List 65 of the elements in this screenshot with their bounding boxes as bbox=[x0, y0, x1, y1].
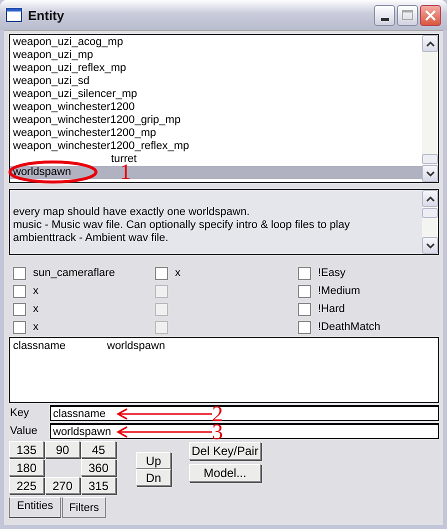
checkbox[interactable] bbox=[13, 302, 26, 316]
value-label: Value bbox=[9, 425, 38, 437]
checkbox-label: x bbox=[175, 267, 180, 279]
entity-list-item[interactable]: weapon_winchester1200_mp bbox=[10, 127, 422, 140]
checkbox-label: !Hard bbox=[318, 303, 345, 315]
key-label: Key bbox=[9, 407, 30, 419]
window-icon bbox=[6, 8, 22, 22]
checkbox-label: !Easy bbox=[318, 267, 346, 279]
chevron-up-icon bbox=[426, 196, 434, 202]
checkbox-label: x bbox=[33, 303, 38, 315]
checkbox[interactable] bbox=[13, 320, 26, 334]
entity-list-item[interactable]: weapon_uzi_silencer_mp bbox=[10, 88, 422, 101]
entity-list-item[interactable]: weapon_uzi_acog_mp bbox=[10, 36, 422, 49]
property-key: classname bbox=[13, 340, 107, 352]
minimize-icon bbox=[380, 18, 388, 20]
window-title: Entity bbox=[28, 8, 64, 22]
angle-button[interactable]: 270 bbox=[45, 477, 80, 494]
annotation-number: 3 bbox=[212, 422, 223, 442]
scrollbar-thumb[interactable] bbox=[422, 208, 438, 218]
action-button[interactable]: Model... bbox=[189, 464, 261, 482]
scrollbar[interactable] bbox=[422, 35, 438, 182]
angle-button[interactable]: 135 bbox=[9, 441, 44, 458]
entity-list-item[interactable]: weapon_winchester1200 bbox=[10, 101, 422, 114]
scrollbar-thumb[interactable] bbox=[422, 154, 438, 164]
checkbox[interactable] bbox=[298, 284, 311, 298]
close-button[interactable] bbox=[420, 4, 441, 26]
property-value: worldspawn bbox=[107, 340, 166, 352]
checkbox[interactable] bbox=[13, 284, 26, 298]
entity-list-item[interactable]: weapon_uzi_sd bbox=[10, 75, 422, 88]
action-button[interactable]: Del Key/Pair bbox=[189, 442, 261, 460]
checkbox-label: x bbox=[33, 285, 38, 297]
entity-list-item[interactable]: weapon_uzi_reflex_mp bbox=[10, 62, 422, 75]
maximize-icon bbox=[402, 10, 413, 20]
order-button[interactable]: Dn bbox=[136, 469, 171, 486]
description-text: ambienttrack - Ambient wav file. bbox=[13, 232, 170, 245]
angle-button[interactable]: 180 bbox=[9, 459, 44, 476]
checkbox-label: x bbox=[33, 321, 38, 333]
close-icon bbox=[425, 10, 436, 20]
checkbox[interactable] bbox=[298, 266, 311, 280]
angle-button[interactable]: 315 bbox=[81, 477, 116, 494]
description-text: music - Music wav file. Can optionally specify intro & loop files to play bbox=[13, 219, 351, 232]
tab[interactable]: Entities bbox=[9, 497, 62, 518]
chevron-up-icon bbox=[426, 40, 434, 46]
tab[interactable]: Filters bbox=[62, 497, 106, 518]
annotation-number: 2 bbox=[212, 404, 223, 424]
chevron-down-icon bbox=[426, 170, 434, 176]
description-text: every map should have exactly one worldspawn. bbox=[13, 206, 251, 219]
checkbox-label: sun_cameraflare bbox=[33, 267, 115, 279]
angle-button[interactable]: 45 bbox=[81, 441, 116, 458]
angle-button[interactable]: 225 bbox=[9, 477, 44, 494]
checkbox[interactable] bbox=[298, 320, 311, 334]
scrollbar[interactable] bbox=[422, 190, 438, 254]
entity-list-item[interactable]: weapon_winchester1200_grip_mp bbox=[10, 114, 422, 127]
angle-button[interactable]: 90 bbox=[45, 441, 80, 458]
checkbox-label: !Medium bbox=[318, 285, 360, 297]
order-button[interactable]: Up bbox=[136, 452, 171, 469]
checkbox-label: !DeathMatch bbox=[318, 321, 380, 333]
chevron-down-icon bbox=[426, 242, 434, 248]
checkbox[interactable] bbox=[298, 302, 311, 316]
entity-list-item[interactable]: weapon_winchester1200_reflex_mp bbox=[10, 140, 422, 153]
checkbox[interactable] bbox=[13, 266, 26, 280]
checkbox[interactable] bbox=[155, 266, 168, 280]
entity-list-item[interactable]: weapon_uzi_mp bbox=[10, 49, 422, 62]
minimize-button[interactable] bbox=[374, 4, 395, 26]
angle-button[interactable]: 360 bbox=[81, 459, 116, 476]
